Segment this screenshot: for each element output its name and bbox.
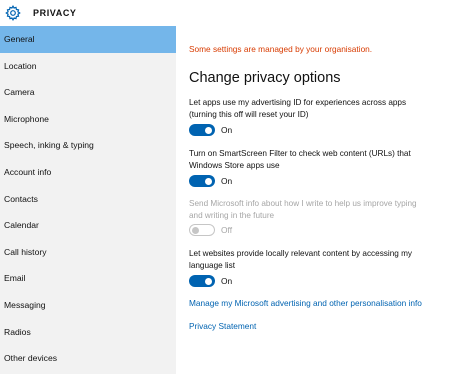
smartscreen-toggle[interactable]: On [189, 175, 232, 187]
toggle-state-label: On [221, 176, 233, 186]
toggle-state-label: Off [221, 225, 233, 235]
typing-info-toggle: Off [189, 224, 232, 236]
description-line: Send Microsoft info about how I write to… [189, 199, 417, 208]
toggle-knob [205, 277, 212, 285]
toggle-state-label: On [221, 125, 233, 135]
toggle-switch[interactable] [189, 175, 215, 187]
description-line: Turn on SmartScreen Filter to check web … [189, 149, 411, 158]
toggle-switch[interactable] [189, 124, 215, 136]
sidebar-item-account-info[interactable]: Account info [0, 159, 176, 186]
main-content: Some settings are managed by your organi… [176, 26, 474, 374]
sidebar-item-messaging[interactable]: Messaging [0, 292, 176, 319]
manage-advertising-link[interactable]: Manage my Microsoft advertising and othe… [189, 298, 422, 308]
sidebar-item-contacts[interactable]: Contacts [0, 186, 176, 213]
description-line: Let apps use my advertising ID for exper… [189, 98, 407, 107]
toggle-state-label: On [221, 276, 233, 286]
sidebar-item-location[interactable]: Location [0, 53, 176, 80]
sidebar-item-general[interactable]: General [0, 26, 176, 53]
sidebar-item-calendar[interactable]: Calendar [0, 212, 176, 239]
sidebar-item-camera[interactable]: Camera [0, 79, 176, 106]
description-line: Windows Store apps use [189, 160, 280, 170]
sidebar-item-radios[interactable]: Radios [0, 319, 176, 346]
toggle-knob [205, 177, 212, 185]
sidebar-item-microphone[interactable]: Microphone [0, 106, 176, 133]
description-line: Let websites provide locally relevant co… [189, 249, 412, 258]
sidebar-item-email[interactable]: Email [0, 265, 176, 292]
description-line: (turning this off will reset your ID) [189, 109, 309, 119]
advertising-id-description: Let apps use my advertising ID for exper… [189, 97, 469, 120]
sidebar-item-other-devices[interactable]: Other devices [0, 345, 176, 372]
description-line: language list [189, 260, 235, 270]
language-list-description: Let websites provide locally relevant co… [189, 248, 469, 271]
page-title: PRIVACY [33, 8, 77, 18]
title-bar: PRIVACY [0, 0, 474, 26]
managed-notice: Some settings are managed by your organi… [189, 44, 373, 54]
advertising-id-toggle[interactable]: On [189, 124, 232, 136]
language-list-toggle[interactable]: On [189, 275, 232, 287]
typing-info-description: Send Microsoft info about how I write to… [189, 198, 469, 221]
gear-icon [3, 3, 23, 23]
toggle-knob [205, 126, 212, 134]
sidebar: General Location Camera Microphone Speec… [0, 26, 176, 374]
smartscreen-description: Turn on SmartScreen Filter to check web … [189, 148, 469, 171]
toggle-knob [192, 226, 199, 234]
toggle-switch[interactable] [189, 275, 215, 287]
section-heading: Change privacy options [189, 70, 341, 86]
sidebar-item-call-history[interactable]: Call history [0, 239, 176, 266]
sidebar-item-speech-inking-typing[interactable]: Speech, inking & typing [0, 132, 176, 159]
privacy-statement-link[interactable]: Privacy Statement [189, 321, 256, 331]
description-line: and writing in the future [189, 210, 275, 220]
toggle-switch [189, 224, 215, 236]
